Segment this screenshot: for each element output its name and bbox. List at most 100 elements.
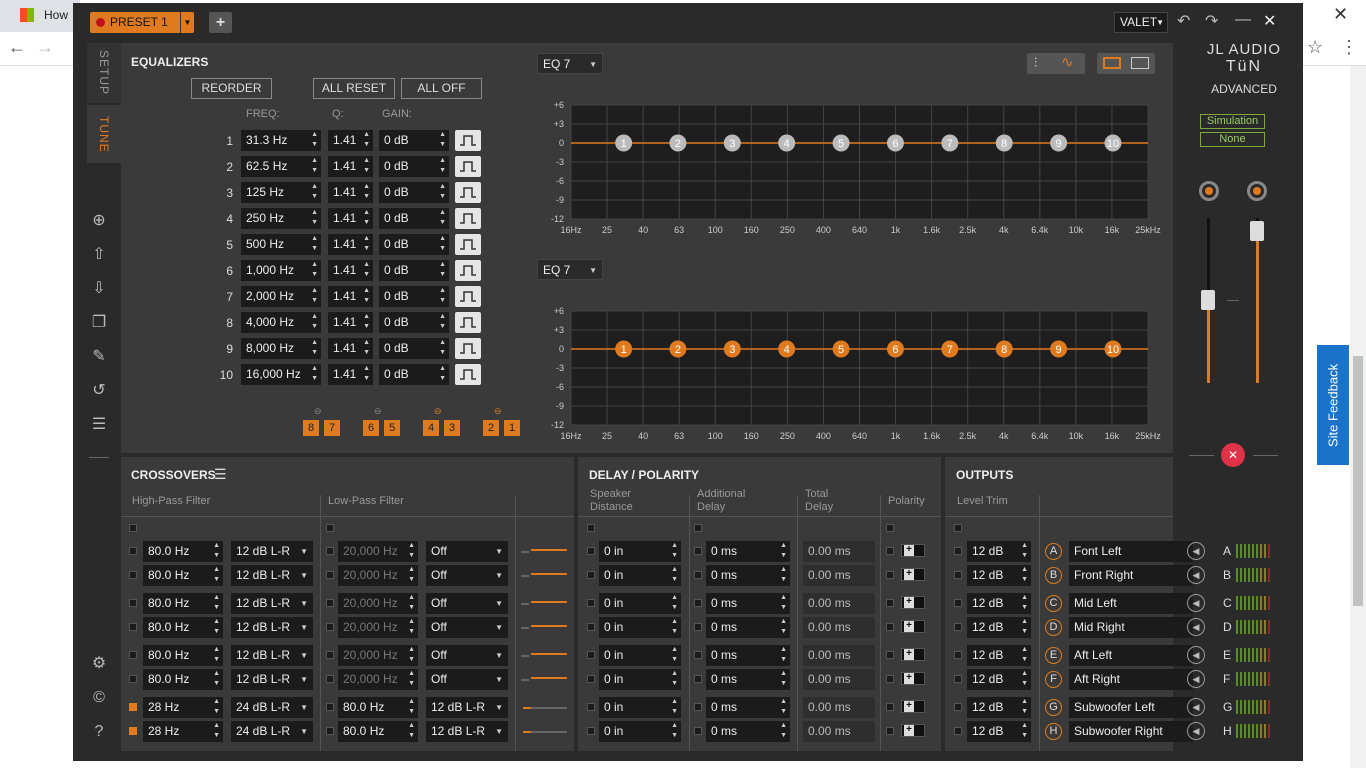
spinner-icon[interactable]: ▲ ▼ — [363, 312, 370, 332]
peak-filter-icon[interactable] — [455, 338, 481, 359]
spinner-icon[interactable]: ▲ ▼ — [780, 697, 787, 717]
add-preset-button[interactable]: + — [209, 12, 232, 33]
lpf-enable-checkbox[interactable] — [326, 727, 334, 735]
channel-name-input[interactable]: Subwoofer Left — [1069, 697, 1193, 718]
eq-freq-input[interactable]: 250 Hz ▲ ▼ — [241, 208, 321, 229]
spinner-icon[interactable]: ▲ ▼ — [213, 617, 220, 637]
spinner-icon[interactable]: ▲ ▼ — [671, 669, 678, 689]
trim-enable-checkbox[interactable] — [954, 703, 962, 711]
speaker-distance-input[interactable]: 0 in ▲ ▼ — [599, 593, 681, 614]
polarity-toggle[interactable]: + — [901, 672, 925, 685]
lpf-enable-checkbox[interactable] — [326, 703, 334, 711]
chain-link-icon[interactable]: ⊖ — [494, 406, 502, 417]
all-off-button[interactable]: ALL OFF — [401, 78, 482, 99]
spinner-icon[interactable]: ▲ ▼ — [439, 130, 446, 150]
distance-master-checkbox[interactable] — [587, 524, 595, 532]
peak-filter-icon[interactable] — [455, 130, 481, 151]
spinner-icon[interactable]: ▲ ▼ — [311, 208, 318, 228]
spinner-icon[interactable]: ▲ ▼ — [363, 338, 370, 358]
spinner-icon[interactable]: ▲ ▼ — [408, 669, 415, 689]
spinner-icon[interactable]: ▲ ▼ — [213, 565, 220, 585]
spinner-icon[interactable]: ▲ ▼ — [1021, 593, 1028, 613]
speaker-icon[interactable]: ◀ — [1187, 722, 1205, 740]
gear-icon[interactable]: ⚙ — [89, 654, 109, 674]
speaker-distance-input[interactable]: 0 in ▲ ▼ — [599, 541, 681, 562]
curve-icon[interactable]: ∿ — [1061, 53, 1074, 71]
right-fader-track[interactable] — [1256, 218, 1259, 383]
delay-enable-checkbox[interactable] — [694, 599, 702, 607]
additional-delay-input[interactable]: 0 ms ▲ ▼ — [706, 669, 790, 690]
chain-link-icon[interactable]: ⊖ — [314, 406, 322, 417]
eq-q-input[interactable]: 1.41 ▲ ▼ — [328, 208, 373, 229]
distance-enable-checkbox[interactable] — [587, 651, 595, 659]
lpf-frequency-input[interactable]: 80.0 Hz ▲ ▼ — [338, 721, 418, 742]
chevron-down-icon[interactable]: ▼ — [180, 12, 194, 33]
spinner-icon[interactable]: ▲ ▼ — [408, 645, 415, 665]
eq-graph-select-bottom[interactable]: EQ 7 ▼ — [537, 259, 603, 280]
spinner-icon[interactable]: ▲ ▼ — [408, 721, 415, 741]
upload-icon[interactable]: ⇧ — [89, 245, 109, 265]
additional-delay-input[interactable]: 0 ms ▲ ▼ — [706, 645, 790, 666]
trim-enable-checkbox[interactable] — [954, 599, 962, 607]
spinner-icon[interactable]: ▲ ▼ — [408, 617, 415, 637]
spinner-icon[interactable]: ▲ ▼ — [408, 697, 415, 717]
polarity-enable-checkbox[interactable] — [886, 703, 894, 711]
site-feedback-button[interactable]: Site Feedback — [1317, 345, 1349, 465]
lpf-master-checkbox[interactable] — [326, 524, 334, 532]
spinner-icon[interactable]: ▲ ▼ — [1021, 697, 1028, 717]
mute-icon[interactable]: ✕ — [1221, 443, 1245, 467]
lpf-slope-select[interactable]: 12 dB L-R ▼ — [426, 697, 508, 718]
hpf-frequency-input[interactable]: 80.0 Hz ▲ ▼ — [143, 669, 223, 690]
eq-gain-input[interactable]: 0 dB ▲ ▼ — [379, 234, 449, 255]
simulation-badge[interactable]: Simulation — [1200, 114, 1265, 129]
eq-freq-input[interactable]: 62.5 Hz ▲ ▼ — [241, 156, 321, 177]
eq-gain-input[interactable]: 0 dB ▲ ▼ — [379, 364, 449, 385]
speaker-distance-input[interactable]: 0 in ▲ ▼ — [599, 669, 681, 690]
additional-delay-input[interactable]: 0 ms ▲ ▼ — [706, 593, 790, 614]
spinner-icon[interactable]: ▲ ▼ — [439, 208, 446, 228]
spinner-icon[interactable]: ▲ ▼ — [311, 182, 318, 202]
copy-icon[interactable]: ❐ — [89, 313, 109, 333]
spinner-icon[interactable]: ▲ ▼ — [311, 234, 318, 254]
polarity-toggle[interactable]: + — [901, 596, 925, 609]
tab-setup[interactable]: SETUP — [87, 43, 121, 103]
eq-q-input[interactable]: 1.41 ▲ ▼ — [328, 156, 373, 177]
speaker-distance-input[interactable]: 0 in ▲ ▼ — [599, 721, 681, 742]
eq-q-input[interactable]: 1.41 ▲ ▼ — [328, 182, 373, 203]
spinner-icon[interactable]: ▲ ▼ — [439, 364, 446, 384]
peak-filter-icon[interactable] — [455, 182, 481, 203]
hpf-frequency-input[interactable]: 28 Hz ▲ ▼ — [143, 697, 223, 718]
lpf-frequency-input[interactable]: 20,000 Hz ▲ ▼ — [338, 669, 418, 690]
add-circle-icon[interactable]: ⊕ — [89, 211, 109, 231]
preset-selector[interactable]: PRESET 1 ▼ — [90, 12, 194, 33]
spinner-icon[interactable]: ▲ ▼ — [311, 286, 318, 306]
split-view-icon[interactable] — [1103, 57, 1121, 69]
spinner-icon[interactable]: ▲ ▼ — [439, 156, 446, 176]
layout-toggle[interactable] — [1097, 53, 1155, 74]
spinner-icon[interactable]: ▲ ▼ — [213, 669, 220, 689]
polarity-toggle[interactable]: + — [901, 620, 925, 633]
forward-icon[interactable]: → — [36, 37, 54, 58]
list-icon[interactable]: ☰ — [89, 415, 109, 435]
distance-enable-checkbox[interactable] — [587, 571, 595, 579]
all-reset-button[interactable]: ALL RESET — [313, 78, 395, 99]
spinner-icon[interactable]: ▲ ▼ — [780, 645, 787, 665]
lpf-slope-select[interactable]: Off ▼ — [426, 593, 508, 614]
spinner-icon[interactable]: ▲ ▼ — [363, 286, 370, 306]
spinner-icon[interactable]: ▲ ▼ — [408, 593, 415, 613]
trim-enable-checkbox[interactable] — [954, 623, 962, 631]
star-icon[interactable]: ☆ — [1307, 37, 1323, 58]
spinner-icon[interactable]: ▲ ▼ — [1021, 565, 1028, 585]
tab-tune[interactable]: TUNE — [87, 105, 121, 163]
spinner-icon[interactable]: ▲ ▼ — [439, 260, 446, 280]
spinner-icon[interactable]: ▲ ▼ — [363, 182, 370, 202]
reorder-button[interactable]: REORDER — [191, 78, 272, 99]
delay-enable-checkbox[interactable] — [694, 703, 702, 711]
additional-delay-input[interactable]: 0 ms ▲ ▼ — [706, 721, 790, 742]
speaker-icon[interactable]: ◀ — [1187, 698, 1205, 716]
delay-enable-checkbox[interactable] — [694, 571, 702, 579]
distance-enable-checkbox[interactable] — [587, 727, 595, 735]
lpf-slope-select[interactable]: Off ▼ — [426, 669, 508, 690]
spinner-icon[interactable]: ▲ ▼ — [671, 541, 678, 561]
spinner-icon[interactable]: ▲ ▼ — [1021, 645, 1028, 665]
